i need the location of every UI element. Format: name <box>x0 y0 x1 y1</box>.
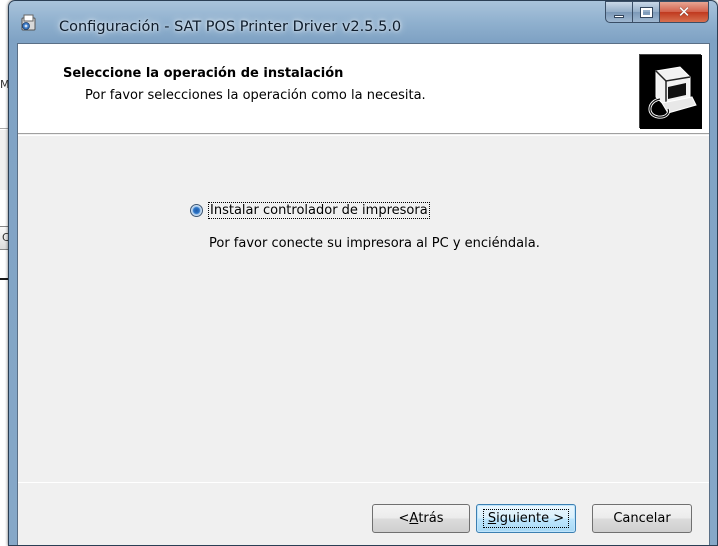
install-driver-radio[interactable] <box>190 204 203 217</box>
install-driver-label[interactable]: Instalar controlador de impresora <box>208 202 430 219</box>
next-button-focus: Siguiente > <box>482 509 570 528</box>
title-bar[interactable]: Configuración - SAT POS Printer Driver v… <box>9 1 717 43</box>
option-install-driver[interactable]: Instalar controlador de impresora <box>190 202 430 219</box>
next-button-mnemonic: S <box>487 511 497 526</box>
next-button[interactable]: Siguiente > <box>476 504 576 533</box>
back-button[interactable]: < Atrás <box>372 504 470 533</box>
back-button-rest: trás <box>418 511 444 526</box>
wizard-header: Seleccione la operación de instalación P… <box>18 44 709 134</box>
minimize-icon <box>614 14 624 18</box>
setup-dialog: Configuración - SAT POS Printer Driver v… <box>8 0 718 546</box>
close-button[interactable]: ✕ <box>660 1 709 23</box>
back-button-prefix: < <box>398 511 410 526</box>
back-button-mnemonic: A <box>409 511 419 526</box>
wizard-page-title: Seleccione la operación de instalación <box>63 66 344 81</box>
window-title: Configuración - SAT POS Printer Driver v… <box>59 19 402 35</box>
maximize-icon <box>639 6 653 18</box>
printer-logo-icon <box>639 54 702 129</box>
wizard-page-subtitle: Por favor selecciones la operación como … <box>85 88 426 103</box>
minimize-button[interactable] <box>605 1 633 23</box>
close-icon: ✕ <box>677 3 691 21</box>
maximize-button[interactable] <box>633 1 660 23</box>
install-driver-description: Por favor conecte su impresora al PC y e… <box>209 236 540 251</box>
footer-divider <box>18 482 709 483</box>
installer-app-icon[interactable] <box>19 13 39 33</box>
header-separator <box>18 135 709 136</box>
next-button-rest: iguiente > <box>496 511 565 526</box>
caption-buttons: ✕ <box>605 1 709 23</box>
cancel-button[interactable]: Cancelar <box>592 504 692 533</box>
dialog-client-area: Seleccione la operación de instalación P… <box>17 43 710 545</box>
